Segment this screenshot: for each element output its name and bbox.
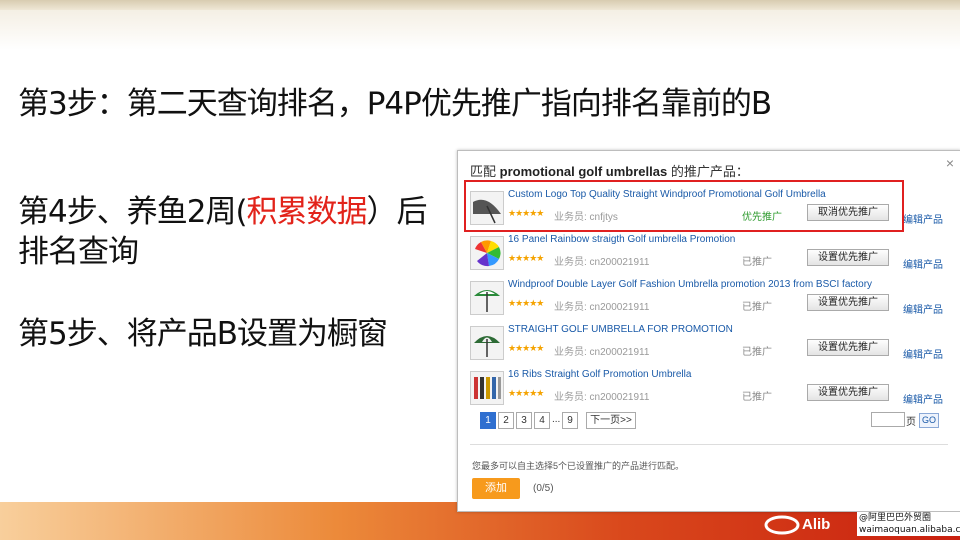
edit-product-link[interactable]: 编辑产品 — [903, 391, 943, 406]
divider — [470, 444, 948, 445]
panel-keyword: promotional golf umbrellas — [499, 164, 668, 179]
set-priority-button[interactable]: 设置优先推广 — [807, 384, 889, 401]
edit-product-link[interactable]: 编辑产品 — [903, 211, 943, 226]
watermark-line2: waimaoquan.alibaba.com — [859, 525, 960, 535]
step4-pre: 第4步、养鱼2周( — [18, 194, 248, 230]
panel-title-pre: 匹配 — [470, 164, 497, 179]
add-button[interactable]: 添加 — [472, 478, 520, 499]
step4-line2: 排名查询 — [18, 234, 139, 270]
rating-stars-icon: ★★★★★ — [508, 253, 544, 263]
product-thumbnail — [470, 326, 504, 360]
product-title-link[interactable]: STRAIGHT GOLF UMBRELLA FOR PROMOTION — [508, 324, 733, 335]
set-priority-button[interactable]: 设置优先推广 — [807, 294, 889, 311]
top-decor-fade — [0, 10, 960, 50]
product-thumbnail — [470, 281, 504, 315]
panel-title-post: 的推广产品： — [670, 164, 749, 179]
product-item: Windproof Double Layer Golf Fashion Umbr… — [470, 279, 950, 319]
rating-stars-icon: ★★★★★ — [508, 343, 544, 353]
product-item: STRAIGHT GOLF UMBRELLA FOR PROMOTION ★★★… — [470, 324, 950, 364]
next-page-button[interactable]: 下一页>> — [586, 412, 636, 429]
step4-post: ）后 — [366, 194, 428, 230]
selection-note: 您最多可以自主选择5个已设置推广的产品进行匹配。 — [472, 461, 685, 471]
rating-stars-icon: ★★★★★ — [508, 388, 544, 398]
step4-text: 第4步、养鱼2周(积累数据）后 排名查询 — [18, 192, 428, 272]
edit-product-link[interactable]: 编辑产品 — [903, 346, 943, 361]
page-ellipsis: ... — [552, 412, 561, 427]
page-4-button[interactable]: 4 — [534, 412, 550, 429]
salesperson: 业务员: cn200021911 — [554, 347, 650, 358]
alibaba-logo: Alib — [764, 512, 856, 536]
set-priority-button[interactable]: 设置优先推广 — [807, 339, 889, 356]
rating-stars-icon: ★★★★★ — [508, 298, 544, 308]
page-2-button[interactable]: 2 — [498, 412, 514, 429]
page-jump-label: 页 — [906, 417, 916, 428]
salesperson: 业务员: cn200021911 — [554, 392, 650, 403]
edit-product-link[interactable]: 编辑产品 — [903, 256, 943, 271]
product-item: 16 Ribs Straight Golf Promotion Umbrella… — [470, 369, 950, 409]
salesperson: 业务员: cn200021911 — [554, 302, 650, 313]
status-text: 已推广 — [742, 392, 772, 403]
salesperson: 业务员: cn200021911 — [554, 257, 650, 268]
product-item: 16 Panel Rainbow straigth Golf umbrella … — [470, 234, 950, 274]
product-thumbnail — [470, 371, 504, 405]
selection-count: (0/5) — [533, 483, 554, 494]
page-1-button[interactable]: 1 — [480, 412, 496, 429]
product-title-link[interactable]: 16 Panel Rainbow straigth Golf umbrella … — [508, 234, 735, 245]
go-button[interactable]: GO — [919, 413, 939, 428]
step3-text: 第3步：第二天查询排名，P4P优先推广指向排名靠前的B — [18, 86, 772, 122]
watermark-line1: @阿里巴巴外贸圈 — [859, 513, 932, 523]
step4-line1: 第4步、养鱼2周(积累数据）后 — [18, 192, 428, 232]
step5-text: 第5步、将产品B设置为橱窗 — [18, 316, 388, 352]
page-jump-input[interactable] — [871, 412, 905, 427]
status-text: 已推广 — [742, 347, 772, 358]
highlight-box — [464, 180, 904, 232]
status-text: 已推广 — [742, 302, 772, 313]
panel-title: 匹配 promotional golf umbrellas 的推广产品： — [470, 161, 749, 180]
product-thumbnail — [470, 236, 504, 270]
product-title-link[interactable]: Windproof Double Layer Golf Fashion Umbr… — [508, 279, 872, 290]
close-icon[interactable]: × — [946, 155, 954, 171]
top-decor-bar — [0, 0, 960, 10]
page-9-button[interactable]: 9 — [562, 412, 578, 429]
set-priority-button[interactable]: 设置优先推广 — [807, 249, 889, 266]
status-text: 已推广 — [742, 257, 772, 268]
step4-highlight: 积累数据 — [246, 194, 368, 230]
product-title-link[interactable]: 16 Ribs Straight Golf Promotion Umbrella — [508, 369, 691, 380]
watermark: @阿里巴巴外贸圈 waimaoquan.alibaba.com — [857, 512, 960, 536]
logo-text: Alib — [802, 516, 830, 533]
page-3-button[interactable]: 3 — [516, 412, 532, 429]
edit-product-link[interactable]: 编辑产品 — [903, 301, 943, 316]
